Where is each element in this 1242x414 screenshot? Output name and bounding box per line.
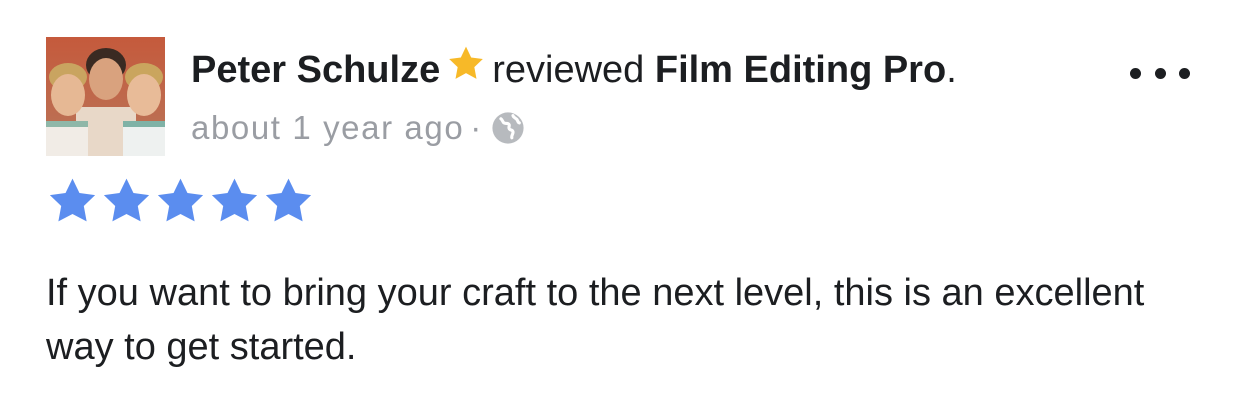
rating-star-icon (265, 178, 312, 222)
review-card: Peter Schulze reviewed Film Editing Pro. … (0, 0, 1242, 414)
review-meta: about 1 year ago · (191, 106, 525, 150)
timestamp[interactable]: about 1 year ago (191, 109, 464, 146)
rating-star-icon (49, 178, 96, 222)
review-verb: reviewed (492, 49, 645, 91)
more-options-button[interactable] (1130, 58, 1190, 88)
more-dot (1179, 67, 1190, 79)
star-rating (46, 176, 315, 226)
reviewed-page-link[interactable]: Film Editing Pro (655, 49, 946, 91)
rating-star-icon (103, 178, 150, 222)
rating-star-icon (211, 178, 258, 222)
more-dot (1130, 67, 1141, 79)
more-dot (1154, 67, 1166, 79)
globe-icon[interactable] (491, 111, 525, 145)
review-headline: Peter Schulze reviewed Film Editing Pro. (191, 44, 957, 96)
meta-separator: · (470, 109, 483, 146)
headline-period: . (946, 49, 957, 91)
star-badge-icon (446, 44, 486, 84)
avatar-photo (46, 37, 165, 156)
avatar[interactable] (46, 37, 165, 156)
review-body: If you want to bring your craft to the n… (46, 272, 1145, 368)
rating-star-icon (157, 178, 204, 222)
author-name[interactable]: Peter Schulze (191, 49, 440, 91)
